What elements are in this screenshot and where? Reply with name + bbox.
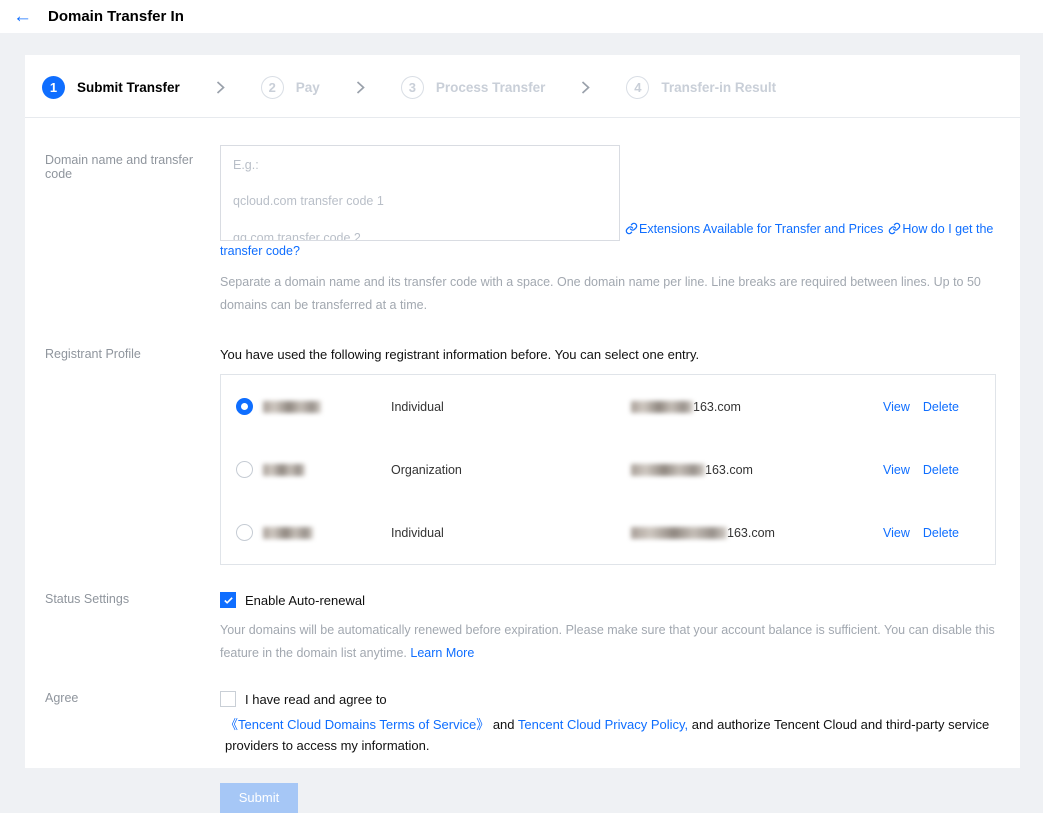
registrant-type: Organization bbox=[391, 463, 631, 477]
link-chain-icon bbox=[625, 224, 638, 238]
table-row: Individual 163.com View Delete bbox=[221, 501, 995, 564]
terms-of-service-link[interactable]: 《Tencent Cloud Domains Terms of Service》 bbox=[225, 717, 489, 732]
link-chain-icon bbox=[888, 224, 901, 238]
step-transfer-in-result: 4 Transfer-in Result bbox=[626, 76, 776, 99]
step-wizard: 1 Submit Transfer 2 Pay 3 Process Transf… bbox=[25, 55, 1020, 117]
step-number: 3 bbox=[401, 76, 424, 99]
delete-link[interactable]: Delete bbox=[923, 400, 959, 414]
registrant-table: Individual 163.com View Delete bbox=[220, 374, 996, 565]
redacted-registrant-name bbox=[263, 401, 321, 413]
extensions-prices-link[interactable]: Extensions Available for Transfer and Pr… bbox=[639, 222, 883, 236]
step-label: Pay bbox=[296, 80, 320, 95]
form-row-agree: Agree I have read and agree to 《Tencent … bbox=[25, 691, 1020, 813]
redacted-email-prefix bbox=[631, 527, 727, 539]
submit-button[interactable]: Submit bbox=[220, 783, 298, 813]
auto-renewal-checkbox[interactable] bbox=[220, 592, 236, 608]
form-row-registrant: Registrant Profile You have used the fol… bbox=[25, 347, 1020, 565]
agree-and-text: and bbox=[489, 717, 518, 732]
step-pay: 2 Pay bbox=[261, 76, 320, 99]
registrant-type: Individual bbox=[391, 526, 631, 540]
step-label: Process Transfer bbox=[436, 80, 546, 95]
registrant-intro: You have used the following registrant i… bbox=[220, 347, 996, 362]
redacted-registrant-name bbox=[263, 464, 305, 476]
back-arrow-icon[interactable]: ← bbox=[13, 7, 32, 26]
privacy-policy-link[interactable]: Tencent Cloud Privacy Policy, bbox=[518, 717, 688, 732]
email-suffix: 163.com bbox=[727, 526, 775, 540]
status-label: Status Settings bbox=[25, 592, 220, 606]
registrant-label: Registrant Profile bbox=[25, 347, 220, 361]
form-row-domain: Domain name and transfer code Extensions… bbox=[25, 145, 1020, 316]
step-number: 1 bbox=[42, 76, 65, 99]
table-row: Individual 163.com View Delete bbox=[221, 375, 995, 438]
page-title: Domain Transfer In bbox=[48, 8, 184, 25]
chevron-right-icon bbox=[581, 81, 590, 94]
domain-help-text: Separate a domain name and its transfer … bbox=[220, 271, 996, 316]
learn-more-link[interactable]: Learn More bbox=[410, 646, 474, 660]
step-label: Transfer-in Result bbox=[661, 80, 776, 95]
step-number: 2 bbox=[261, 76, 284, 99]
view-link[interactable]: View bbox=[883, 400, 910, 414]
email-suffix: 163.com bbox=[693, 400, 741, 414]
transfer-form: Domain name and transfer code Extensions… bbox=[25, 118, 1020, 813]
step-label: Submit Transfer bbox=[77, 80, 180, 95]
agree-line1: I have read and agree to bbox=[245, 692, 387, 707]
domain-label: Domain name and transfer code bbox=[25, 145, 220, 181]
delete-link[interactable]: Delete bbox=[923, 463, 959, 477]
auto-renewal-label: Enable Auto-renewal bbox=[245, 593, 365, 608]
agree-label: Agree bbox=[25, 691, 220, 705]
form-row-status: Status Settings Enable Auto-renewal Your… bbox=[25, 592, 1020, 664]
auto-renewal-help-text: Your domains will be automatically renew… bbox=[220, 623, 995, 660]
chevron-right-icon bbox=[356, 81, 365, 94]
main-panel: 1 Submit Transfer 2 Pay 3 Process Transf… bbox=[25, 55, 1020, 768]
registrant-radio[interactable] bbox=[236, 461, 253, 478]
registrant-type: Individual bbox=[391, 400, 631, 414]
agree-checkbox[interactable] bbox=[220, 691, 236, 707]
step-submit-transfer: 1 Submit Transfer bbox=[42, 76, 180, 99]
chevron-right-icon bbox=[216, 81, 225, 94]
top-bar: ← Domain Transfer In bbox=[0, 0, 1043, 33]
redacted-email-prefix bbox=[631, 464, 705, 476]
domain-transfer-code-input[interactable] bbox=[220, 145, 620, 241]
view-link[interactable]: View bbox=[883, 463, 910, 477]
delete-link[interactable]: Delete bbox=[923, 526, 959, 540]
step-process-transfer: 3 Process Transfer bbox=[401, 76, 546, 99]
redacted-registrant-name bbox=[263, 527, 313, 539]
auto-renewal-help: Your domains will be automatically renew… bbox=[220, 619, 996, 664]
registrant-radio-selected[interactable] bbox=[236, 398, 253, 415]
step-number: 4 bbox=[626, 76, 649, 99]
view-link[interactable]: View bbox=[883, 526, 910, 540]
table-row: Organization 163.com View Delete bbox=[221, 438, 995, 501]
redacted-email-prefix bbox=[631, 401, 693, 413]
agree-detail: 《Tencent Cloud Domains Terms of Service》… bbox=[225, 715, 995, 757]
email-suffix: 163.com bbox=[705, 463, 753, 477]
registrant-radio[interactable] bbox=[236, 524, 253, 541]
